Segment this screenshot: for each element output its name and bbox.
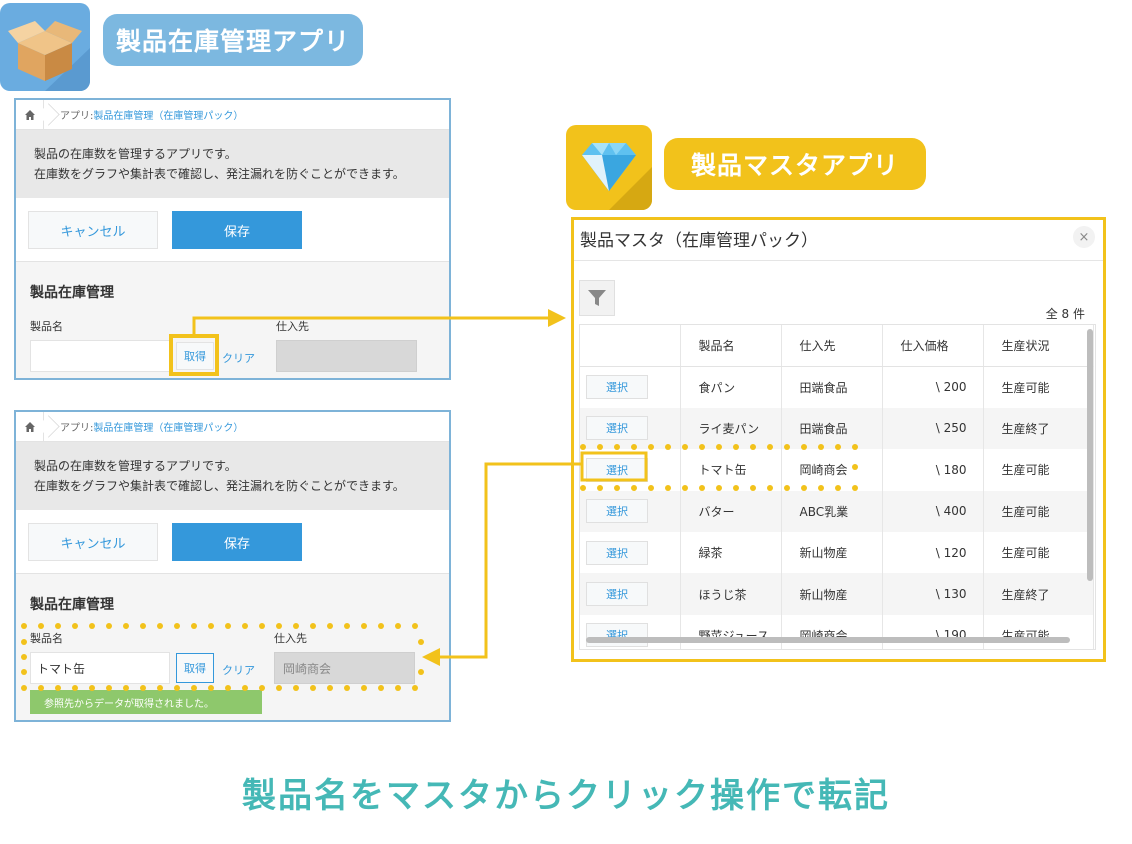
annotation-overlay: [21, 309, 858, 691]
caption: 製品名をマスタからクリック操作で転記: [242, 776, 890, 816]
